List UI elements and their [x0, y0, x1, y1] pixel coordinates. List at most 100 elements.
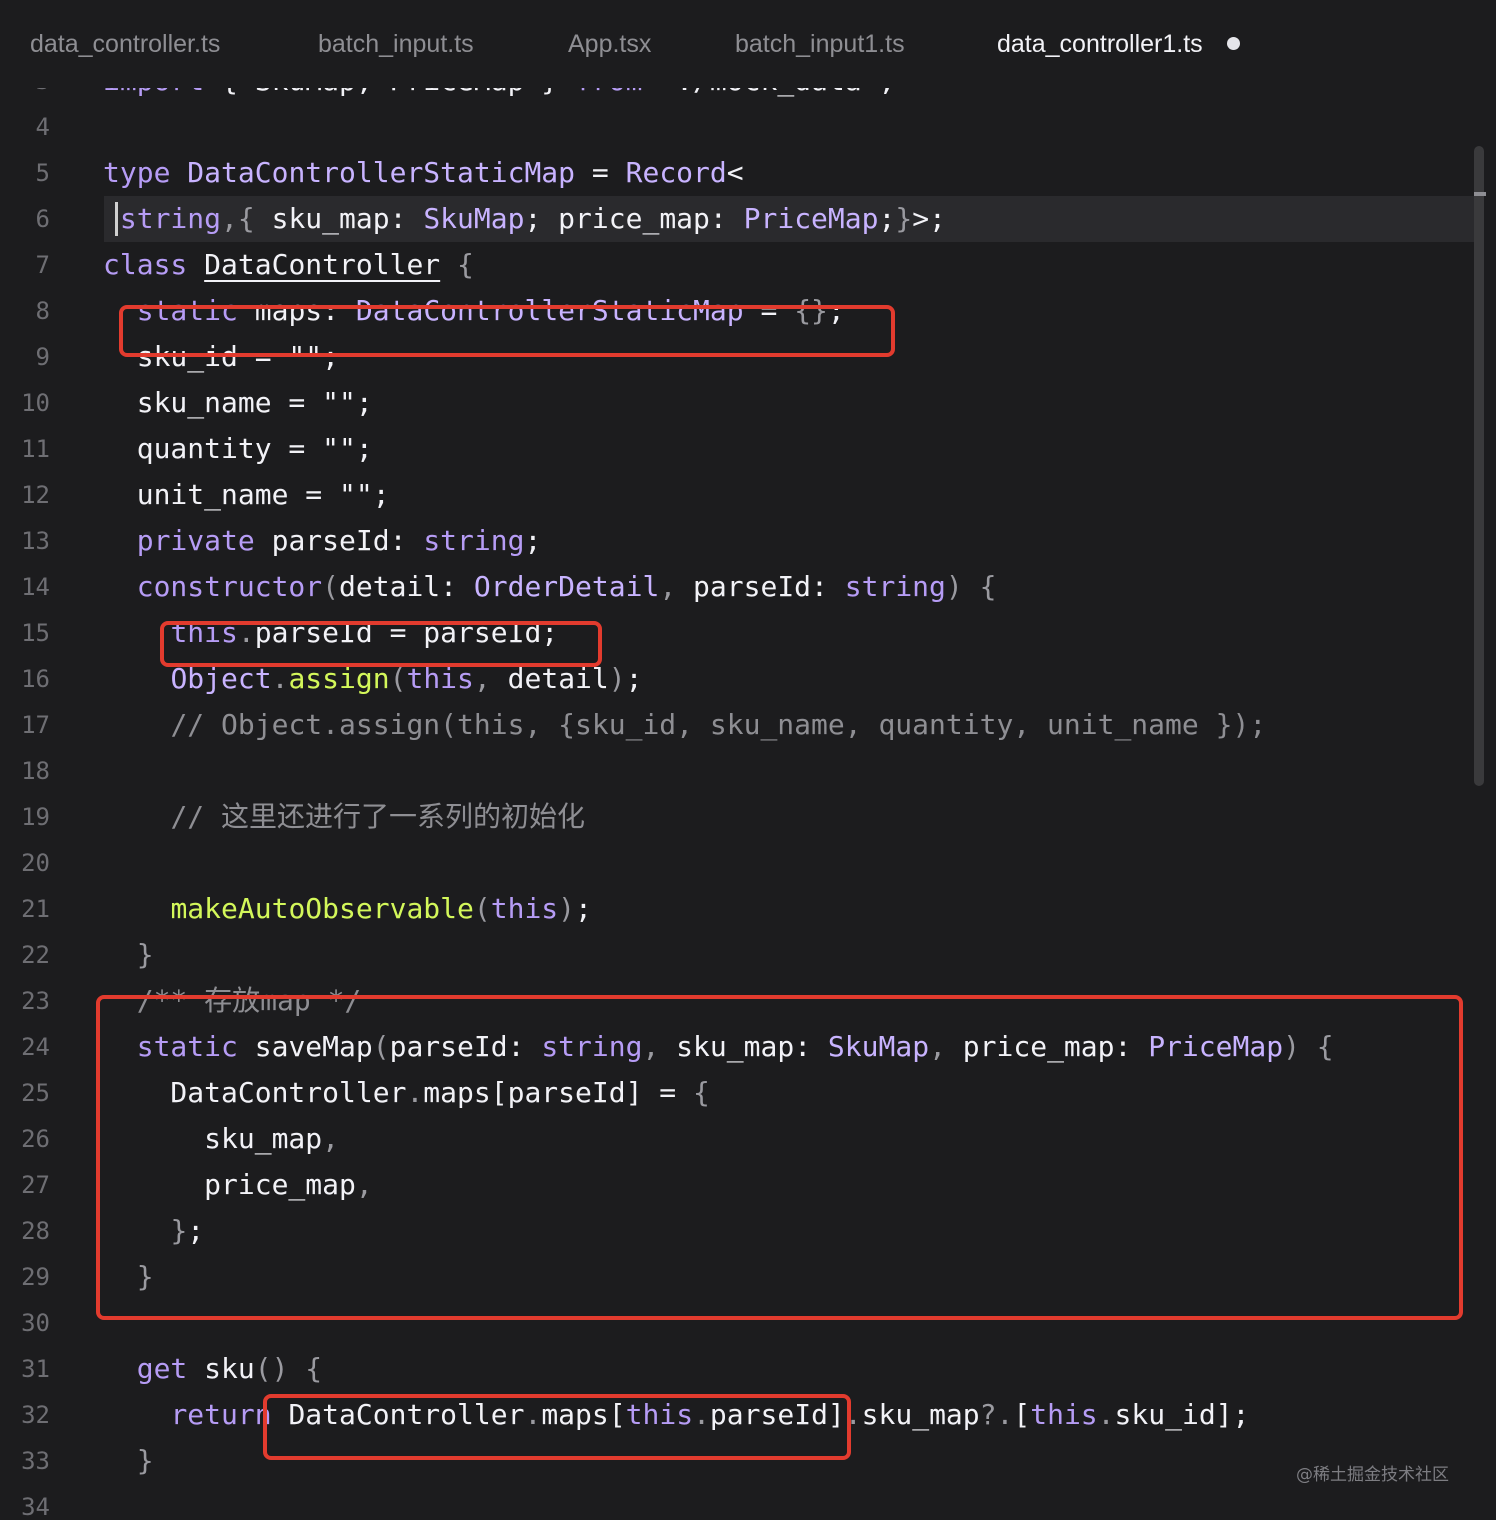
- code-line[interactable]: 19 // 这里还进行了一系列的初始化: [0, 794, 1496, 840]
- line-number: 17: [21, 711, 50, 739]
- code-token: ): [945, 570, 963, 603]
- line-number: 9: [35, 343, 50, 371]
- tab-label: data_controller1.ts: [997, 30, 1203, 58]
- line-number: 32: [21, 1401, 50, 1429]
- code-line[interactable]: 13 private parseId: string;: [0, 518, 1496, 564]
- code-line[interactable]: 12 unit_name = "";: [0, 472, 1496, 518]
- code-token: ;: [878, 202, 896, 235]
- code-token: this: [1030, 1398, 1098, 1431]
- line-code: string,{ sku_map: SkuMap; price_map: Pri…: [103, 196, 946, 242]
- code-line[interactable]: 14 constructor(detail: OrderDetail, pars…: [0, 564, 1496, 610]
- line-number: 4: [35, 113, 50, 141]
- code-token: from: [575, 88, 642, 97]
- code-token: return: [170, 1398, 272, 1431]
- code-token: // Object.assign(this, {sku_id, sku_name…: [170, 708, 1267, 741]
- code-token: .: [1097, 1398, 1115, 1431]
- code-line[interactable]: 10 sku_name = "";: [0, 380, 1496, 426]
- code-token: ;: [625, 662, 643, 695]
- line-number: 15: [21, 619, 50, 647]
- line-number: 3: [0, 88, 50, 104]
- code-line[interactable]: 17 // Object.assign(this, {sku_id, sku_n…: [0, 702, 1496, 748]
- code-line[interactable]: 6 string,{ sku_map: SkuMap; price_map: P…: [0, 196, 1496, 242]
- code-token: get: [136, 1352, 188, 1385]
- code-token: {: [457, 248, 474, 281]
- line-code: sku_name = "";: [103, 380, 373, 426]
- code-line[interactable]: 21 makeAutoObservable(this);: [0, 886, 1496, 932]
- vertical-scrollbar[interactable]: [1474, 146, 1484, 786]
- code-token: (: [473, 892, 491, 925]
- code-token: }: [136, 938, 154, 971]
- code-line[interactable]: 20: [0, 840, 1496, 886]
- code-token: ?.: [979, 1398, 1014, 1431]
- code-line[interactable]: 11 quantity = "";: [0, 426, 1496, 472]
- line-number: 22: [21, 941, 50, 969]
- code-token: import: [103, 88, 204, 97]
- code-token: makeAutoObservable: [170, 892, 474, 925]
- line-number: 19: [21, 803, 50, 831]
- code-token: SkuMap: [423, 202, 525, 235]
- code-line[interactable]: 31 get sku() {: [0, 1346, 1496, 1392]
- line-number: 8: [35, 297, 50, 325]
- code-token: { SkuMap, PriceMap }: [204, 88, 575, 97]
- code-line[interactable]: 3 import { SkuMap, PriceMap } from "./moc…: [0, 88, 1496, 104]
- line-number: 33: [21, 1447, 50, 1475]
- code-line[interactable]: 34: [0, 1484, 1496, 1520]
- code-token: this: [490, 892, 559, 925]
- line-code: class DataController {: [103, 242, 474, 288]
- line-number: 12: [21, 481, 50, 509]
- line-number: 21: [21, 895, 50, 923]
- line-number: 30: [21, 1309, 50, 1337]
- code-line[interactable]: 18: [0, 748, 1496, 794]
- code-token: type: [103, 156, 171, 189]
- code-token: quantity = "";: [103, 432, 373, 465]
- code-token: }: [136, 1444, 154, 1477]
- code-token: private: [136, 524, 255, 557]
- tab-app-tsx[interactable]: App.tsx: [568, 24, 651, 64]
- line-number: 23: [21, 987, 50, 1015]
- code-token: DataController: [204, 248, 441, 281]
- code-line[interactable]: 5 type DataControllerStaticMap = Record<: [0, 150, 1496, 196]
- line-number: 18: [21, 757, 50, 785]
- code-token: <: [726, 156, 744, 189]
- code-token: ): [558, 892, 576, 925]
- code-token: class: [103, 248, 188, 281]
- code-token: [: [1013, 1398, 1031, 1431]
- code-token: =: [575, 156, 626, 189]
- code-token: sku_map: [861, 1398, 980, 1431]
- line-number: 29: [21, 1263, 50, 1291]
- tab-batch-input1[interactable]: batch_input1.ts: [735, 24, 905, 64]
- line-code: unit_name = "";: [103, 472, 390, 518]
- line-number: 5: [35, 159, 50, 187]
- code-line[interactable]: 7 class DataController {: [0, 242, 1496, 288]
- line-number: 26: [21, 1125, 50, 1153]
- code-line[interactable]: 22 }: [0, 932, 1496, 978]
- line-number: 28: [21, 1217, 50, 1245]
- tab-data-controller[interactable]: data_controller.ts: [30, 24, 220, 64]
- line-code: makeAutoObservable(this);: [103, 886, 591, 932]
- tab-data-controller1[interactable]: data_controller1.ts: [997, 24, 1240, 64]
- line-code: get sku() {: [103, 1346, 322, 1392]
- code-line[interactable]: 4: [0, 104, 1496, 150]
- line-number: 16: [21, 665, 50, 693]
- code-token: parseId:: [676, 570, 845, 603]
- line-code: type DataControllerStaticMap = Record<: [103, 150, 744, 196]
- code-token: {: [979, 570, 997, 603]
- tab-batch-input[interactable]: batch_input.ts: [318, 24, 474, 64]
- line-number: 6: [35, 205, 50, 233]
- code-token: Record: [625, 156, 727, 189]
- unsaved-dot-icon: [1226, 36, 1240, 50]
- line-number: 10: [21, 389, 50, 417]
- code-token: string: [119, 202, 222, 235]
- line-number: 31: [21, 1355, 50, 1383]
- code-token: }: [895, 202, 913, 235]
- code-token: ): [608, 662, 626, 695]
